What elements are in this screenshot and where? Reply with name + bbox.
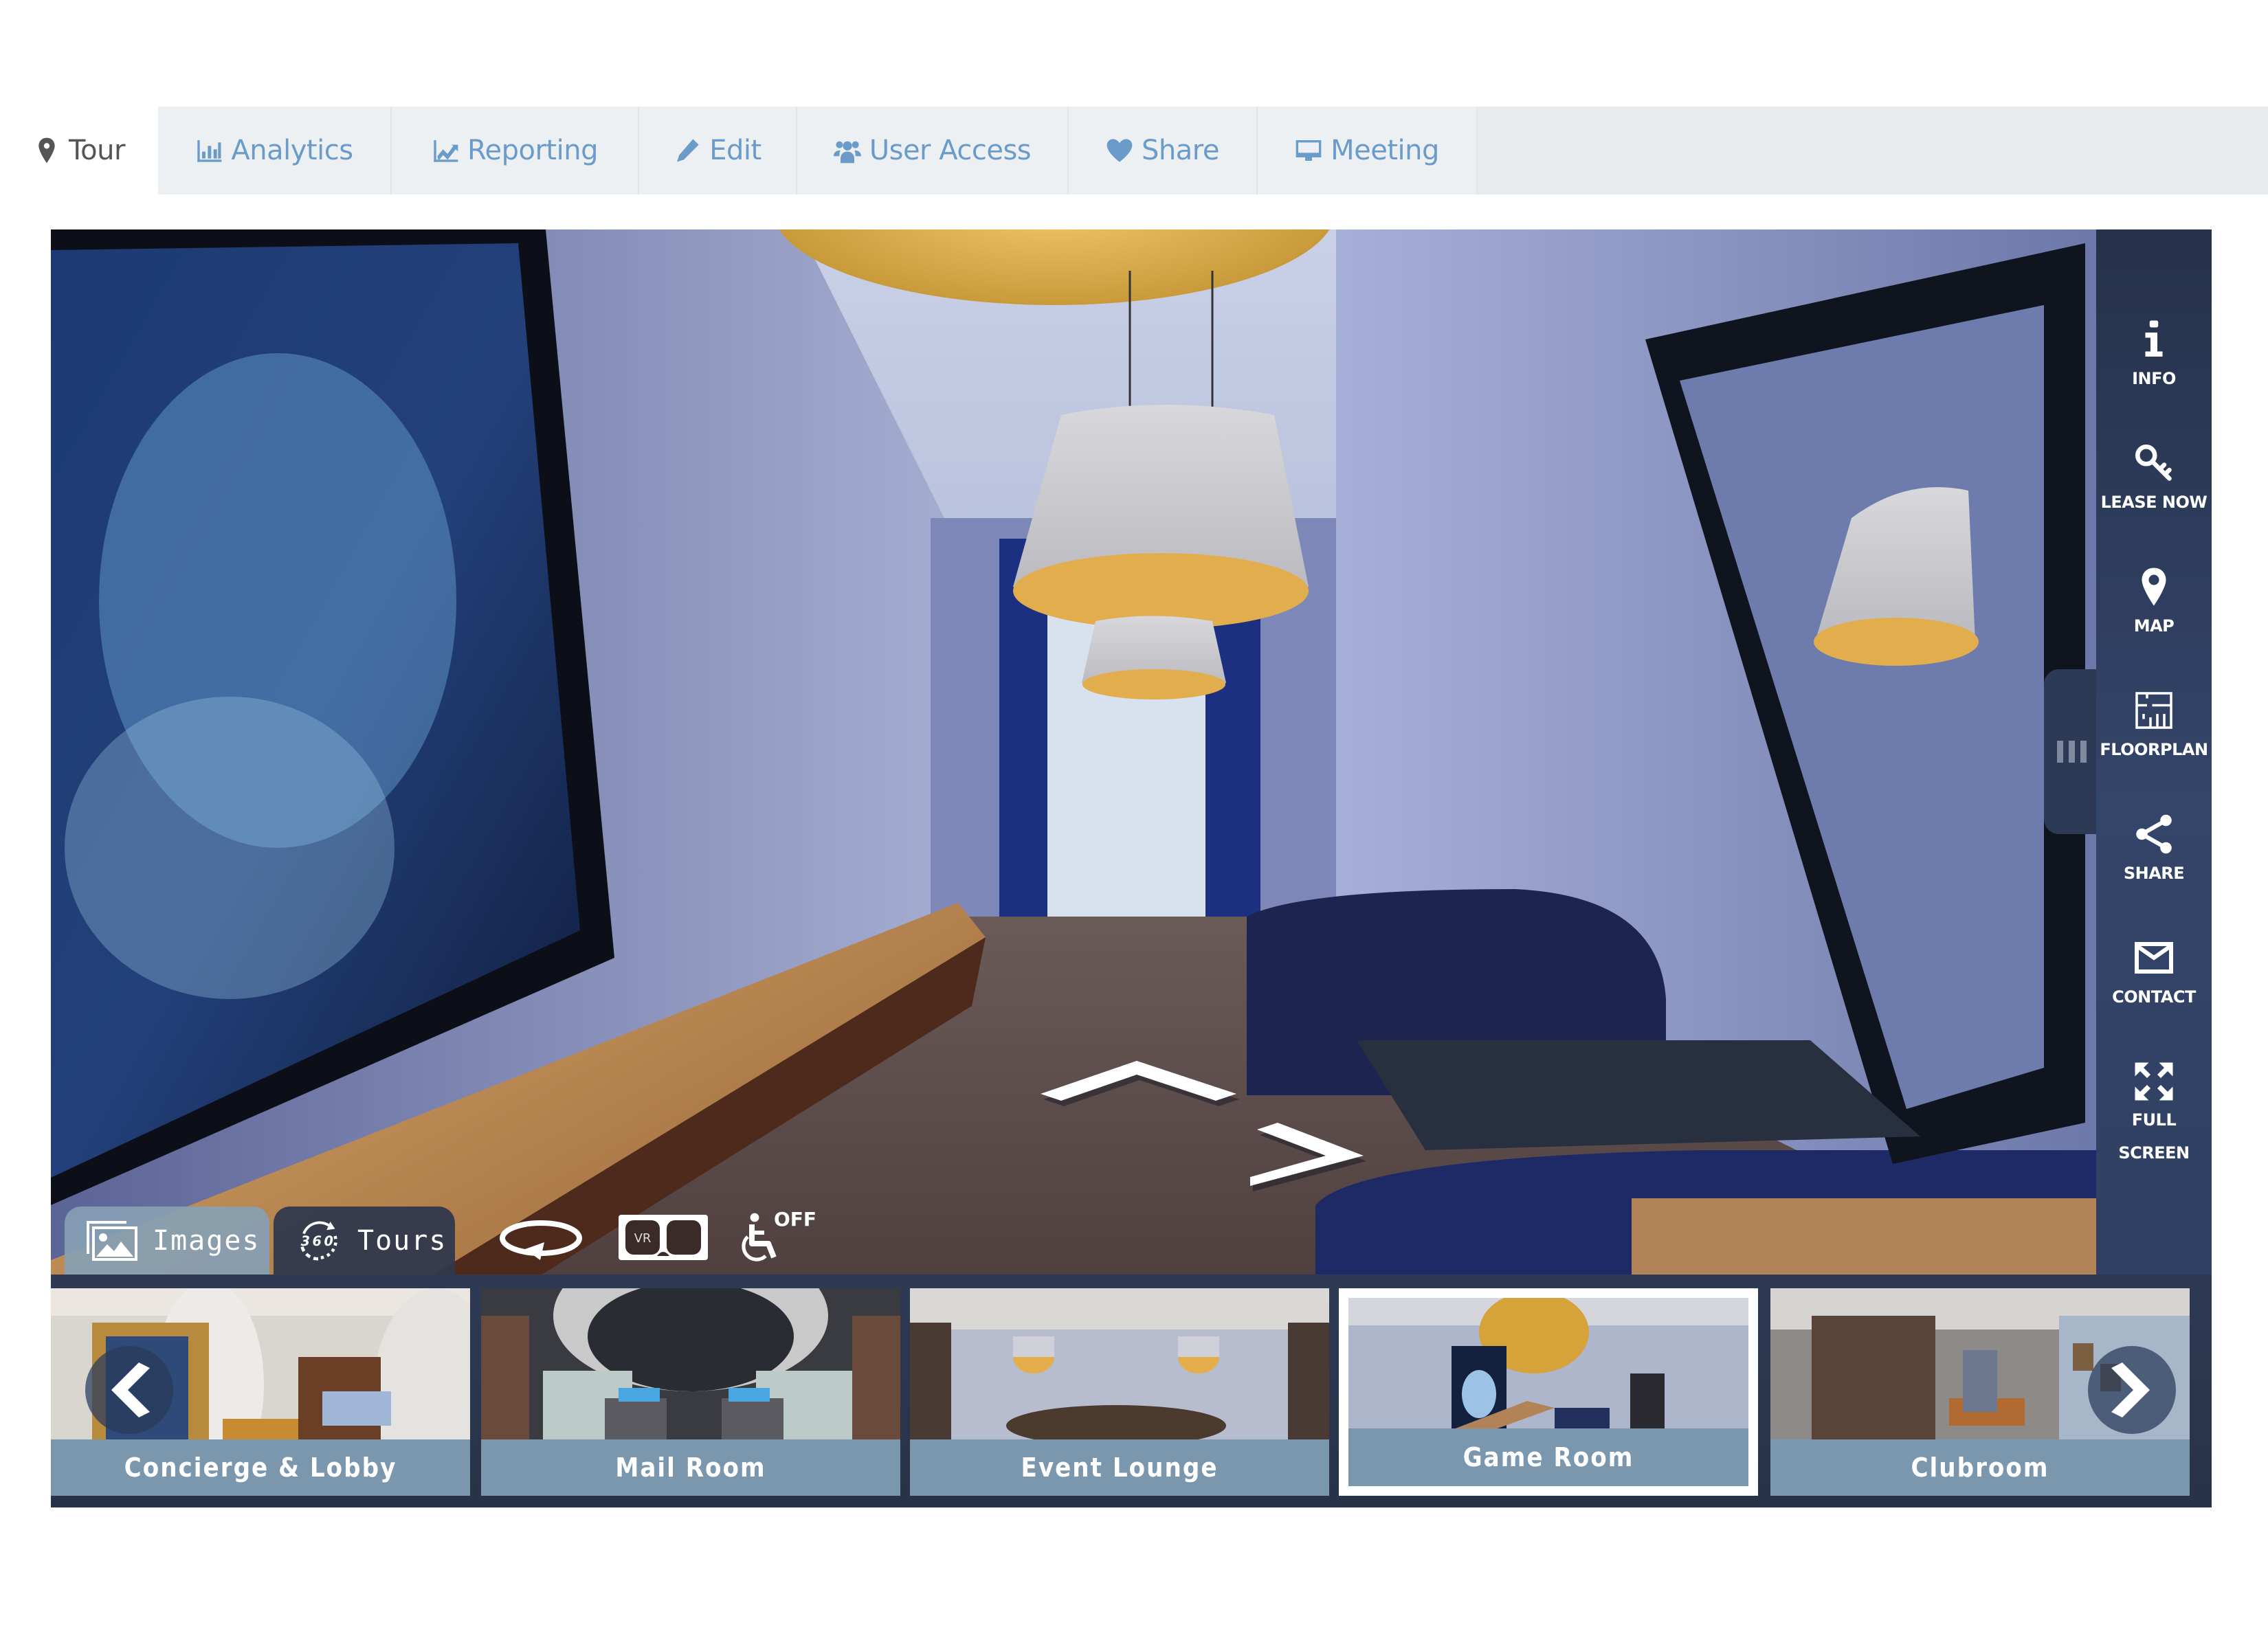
tour-viewer[interactable]: INFO LEASE NOW MAP FLOORPLAN SHARE CONTA… [51,229,2212,1507]
thumbnail-label: Mail Room [481,1439,900,1496]
tours-label: Tours [357,1225,447,1257]
thumbnail-label: Concierge & Lobby [51,1439,470,1496]
sidebar-item-full-screen[interactable]: FULL SCREEN [2096,1061,2212,1169]
heart-icon [1107,139,1133,162]
tab-label: Share [1142,135,1219,166]
grip-bar [2056,741,2063,763]
thumbnails-prev-button[interactable] [85,1346,173,1434]
chevron-right-icon [2111,1362,2150,1417]
tab-bar: Tour Analytics Reporting Edit User Acces… [0,106,2268,194]
sidebar-label: SHARE [2123,864,2185,883]
nav-arrow-right[interactable] [1250,1123,1367,1191]
sidebar-item-lease-now[interactable]: LEASE NOW [2096,442,2212,519]
thumbnail-image [910,1288,1329,1439]
sidebar-label: CONTACT [2112,987,2196,1007]
line-chart-icon [434,140,458,162]
tab-label: User Access [869,135,1032,166]
pencil-icon [677,139,699,162]
grip-bar [2068,741,2075,763]
map-marker-icon [2142,568,2166,606]
tab-user-access[interactable]: User Access [797,106,1069,194]
sidebar-item-contact[interactable]: CONTACT [2096,937,2212,1014]
thumbnail-label: Event Lounge [910,1439,1329,1496]
sidebar-label: LEASE NOW [2100,493,2208,512]
map-marker-icon [38,137,55,164]
tab-analytics[interactable]: Analytics [158,106,392,194]
envelope-icon [2135,942,2173,974]
scene-thumbnail-selected[interactable]: Game Room [1339,1288,1758,1496]
tab-label: Edit [709,135,761,166]
tab-share[interactable]: Share [1069,106,1258,194]
sidebar-item-share[interactable]: SHARE [2096,814,2212,890]
scene-thumbnail[interactable]: Event Lounge [910,1288,1329,1496]
images-button[interactable]: Images [65,1207,269,1275]
thumbnail-image [481,1288,900,1439]
tab-edit[interactable]: Edit [639,106,797,194]
sidebar-item-info[interactable]: INFO [2096,319,2212,396]
thumbnail-label: Game Room [1348,1428,1748,1486]
sidebar-label: FULL SCREEN [2118,1110,2190,1163]
users-icon [833,141,861,164]
info-icon [2145,320,2163,357]
chevron-left-icon [111,1362,150,1417]
monitor-icon [1296,140,1322,161]
accessibility-icon[interactable] [738,1212,779,1267]
tab-label: Reporting [467,135,598,166]
svg-text:360: 360 [301,1233,336,1249]
tab-reporting[interactable]: Reporting [392,106,639,194]
tours-button[interactable]: 360 Tours [274,1207,455,1275]
bar-chart-icon [197,140,222,162]
tab-tour[interactable]: Tour [0,106,158,194]
sidebar-label: INFO [2132,369,2176,388]
sidebar-label: FLOORPLAN [2100,740,2208,759]
share-icon [2136,814,2172,854]
thumbnails-next-button[interactable] [2088,1346,2176,1434]
thumbnail-image [1348,1298,1748,1433]
key-icon [2135,445,2172,481]
svg-text:VR: VR [634,1231,652,1246]
sidebar-item-map[interactable]: MAP [2096,566,2212,643]
scene-thumbnail-strip: Concierge & Lobby Mail Room Event Lounge… [51,1275,2212,1507]
images-label: Images [153,1225,260,1257]
sidebar-item-floorplan[interactable]: FLOORPLAN [2096,690,2212,767]
accessibility-state: OFF [774,1208,817,1231]
autorotate-icon[interactable] [498,1218,587,1266]
sidebar-label: MAP [2133,616,2175,636]
scene-thumbnail[interactable]: Mail Room [481,1288,900,1496]
tab-label: Analytics [231,135,353,166]
tour-360-icon: 360 [300,1221,337,1261]
nav-arrow-forward[interactable] [1041,1061,1240,1109]
thumbnail-label: Clubroom [1770,1439,2190,1496]
sidebar-drag-handle[interactable] [2044,669,2099,834]
images-icon [87,1221,137,1261]
grip-bar [2080,741,2087,763]
tab-label: Meeting [1331,135,1439,166]
fullscreen-icon [2135,1062,2173,1101]
vr-headset-icon[interactable]: VR [617,1213,709,1263]
floorplan-icon [2135,692,2172,729]
tab-label: Tour [69,135,125,166]
tab-meeting[interactable]: Meeting [1258,106,1478,194]
